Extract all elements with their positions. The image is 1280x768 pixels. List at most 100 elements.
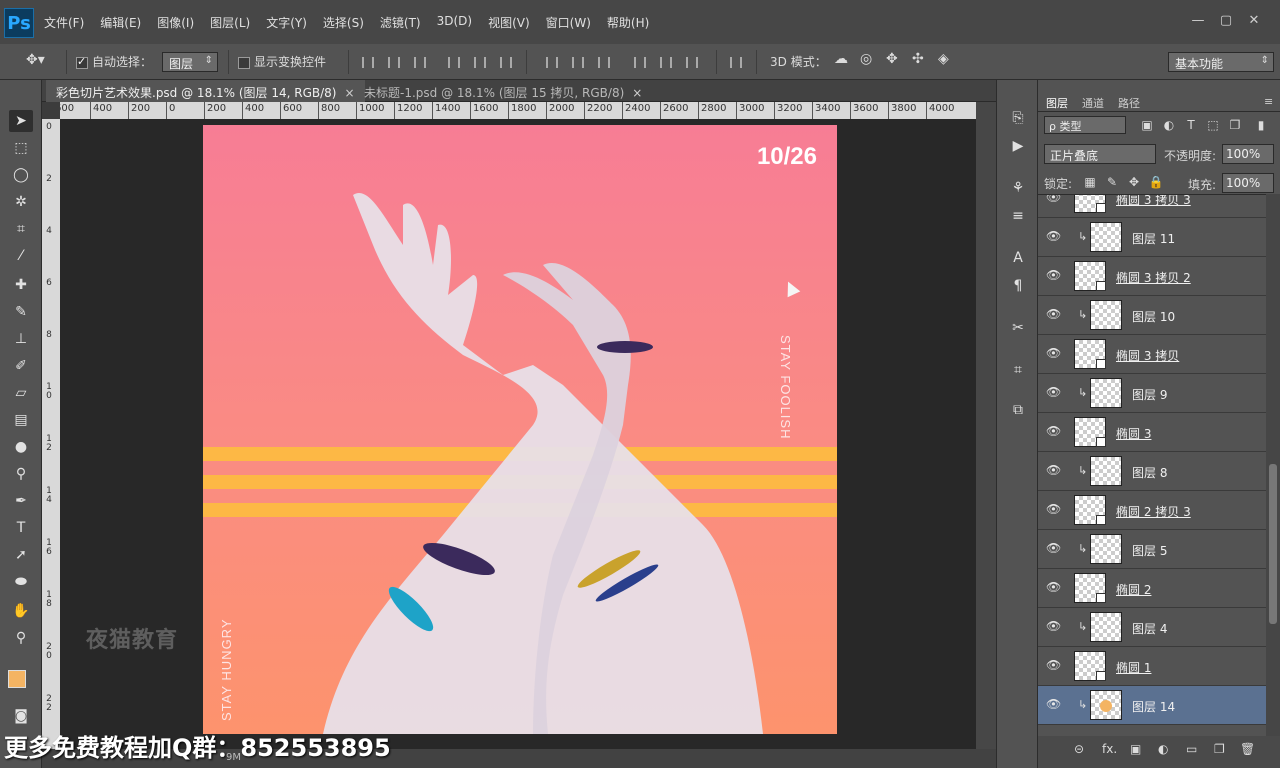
lock-all-icon[interactable]: 🔒 (1148, 174, 1164, 190)
lock-transparent-icon[interactable]: ▦ (1082, 174, 1098, 190)
tab-paths[interactable]: 路径 (1118, 95, 1140, 111)
layer-filter-dropdown[interactable]: ρ 类型 (1044, 116, 1126, 134)
layer-row[interactable]: 👁 ↳ 图层 9 (1038, 374, 1266, 413)
scrollbar-thumb[interactable] (1269, 464, 1277, 624)
layer-row[interactable]: 👁 椭圆 2 拷贝 3 (1038, 491, 1266, 530)
visibility-eye-icon[interactable]: 👁 (1046, 580, 1061, 594)
panel-menu-icon[interactable]: ≡ (1264, 95, 1273, 108)
filter-pixel-icon[interactable]: ▣ (1140, 118, 1154, 132)
layer-name[interactable]: 图层 9 (1132, 386, 1167, 403)
layer-name[interactable]: 图层 8 (1132, 464, 1167, 481)
document-canvas[interactable]: 10/26 STAY FOOLISH STAY HUNGRY (203, 125, 837, 734)
blur-tool-icon[interactable]: ● (9, 436, 33, 458)
new-layer-icon[interactable]: ❐ (1214, 742, 1225, 756)
menu-select[interactable]: 选择(S) (323, 14, 364, 31)
layer-row[interactable]: 👁 ↳ 图层 8 (1038, 452, 1266, 491)
auto-select-checkbox[interactable]: 自动选择： (76, 53, 152, 70)
layer-name[interactable]: 图层 10 (1132, 308, 1175, 325)
add-mask-icon[interactable]: ▣ (1130, 742, 1141, 756)
opacity-input[interactable]: 100% (1222, 144, 1274, 164)
tools-preset-icon[interactable]: ✂ (1005, 316, 1031, 340)
distribute-bottom-icon[interactable] (598, 57, 610, 68)
distribute-top-icon[interactable] (546, 57, 558, 68)
filter-smart-icon[interactable]: ❐ (1228, 118, 1242, 132)
history-icon[interactable]: ⎘ (1005, 106, 1031, 130)
layer-row[interactable]: 👁 ↳ 图层 5 (1038, 530, 1266, 569)
marquee-tool-icon[interactable]: ⬚ (9, 137, 33, 159)
visibility-eye-icon[interactable]: 👁 (1046, 385, 1061, 399)
menu-edit[interactable]: 编辑(E) (100, 14, 141, 31)
layer-row[interactable]: 👁 椭圆 2 (1038, 569, 1266, 608)
zoom-tool-icon[interactable]: ⚲ (9, 627, 33, 649)
menu-help[interactable]: 帮助(H) (607, 14, 649, 31)
healing-brush-tool-icon[interactable]: ✚ (9, 274, 33, 296)
visibility-eye-icon[interactable]: 👁 (1046, 307, 1061, 321)
crop-preset-icon[interactable]: ⌗ (1005, 358, 1031, 382)
layer-row[interactable]: 👁 椭圆 3 拷贝 (1038, 335, 1266, 374)
menu-layer[interactable]: 图层(L) (210, 14, 250, 31)
align-hcenter-icon[interactable] (474, 57, 486, 68)
menu-window[interactable]: 窗口(W) (546, 14, 591, 31)
tab-close-icon[interactable]: × (632, 86, 642, 100)
auto-select-dropdown[interactable]: 图层 (162, 52, 218, 72)
lock-pixels-icon[interactable]: ✎ (1104, 174, 1120, 190)
move-tool-icon[interactable]: ✥▾ (26, 52, 45, 68)
type-tool-icon[interactable]: T (9, 517, 33, 539)
vertical-scrollbar[interactable] (976, 102, 996, 749)
menu-image[interactable]: 图像(I) (157, 14, 194, 31)
visibility-eye-icon[interactable]: 👁 (1046, 541, 1061, 555)
pen-tool-icon[interactable]: ✒ (9, 490, 33, 512)
delete-layer-icon[interactable]: 🗑 (1240, 742, 1255, 756)
visibility-eye-icon[interactable]: 👁 (1046, 619, 1061, 633)
visibility-eye-icon[interactable]: 👁 (1046, 346, 1061, 360)
menu-filter[interactable]: 滤镜(T) (380, 14, 421, 31)
layer-name[interactable]: 图层 14 (1132, 698, 1175, 715)
close-button[interactable]: ✕ (1240, 12, 1268, 30)
menu-file[interactable]: 文件(F) (44, 14, 84, 31)
layer-name[interactable]: 椭圆 2 拷贝 3 (1116, 503, 1191, 520)
fill-input[interactable]: 100% (1222, 173, 1274, 193)
align-right-icon[interactable] (500, 57, 512, 68)
tab-channels[interactable]: 通道 (1082, 95, 1104, 111)
distribute-right-icon[interactable] (686, 57, 698, 68)
character-icon[interactable]: A (1005, 246, 1031, 270)
workspace-dropdown[interactable]: 基本功能 (1168, 52, 1274, 72)
path-selection-tool-icon[interactable]: ➚ (9, 544, 33, 566)
lock-position-icon[interactable]: ✥ (1126, 174, 1142, 190)
eyedropper-tool-icon[interactable]: ⁄ (9, 245, 33, 267)
filter-adjust-icon[interactable]: ◐ (1162, 118, 1176, 132)
layer-name[interactable]: 图层 5 (1132, 542, 1167, 559)
tab-document-2[interactable]: 未标题-1.psd @ 18.1% (图层 15 拷贝, RGB/8) × (354, 80, 652, 102)
layer-name[interactable]: 椭圆 3 (1116, 425, 1151, 442)
layer-name[interactable]: 椭圆 3 拷贝 2 (1116, 269, 1191, 286)
actions-play-icon[interactable]: ▶ (1005, 134, 1031, 158)
adjustment-layer-icon[interactable]: ◐ (1158, 742, 1168, 756)
layer-name[interactable]: 图层 11 (1132, 230, 1175, 247)
3d-slide-icon[interactable]: ✣ (912, 51, 924, 67)
3d-roll-icon[interactable]: ◎ (860, 51, 872, 67)
layer-name[interactable]: 椭圆 3 拷贝 (1116, 347, 1179, 364)
layer-row[interactable]: 👁 ↳ 图层 4 (1038, 608, 1266, 647)
paragraph-icon[interactable]: ¶ (1005, 274, 1031, 298)
hand-tool-icon[interactable]: ✋ (9, 600, 33, 622)
visibility-eye-icon[interactable]: 👁 (1046, 658, 1061, 672)
layer-name[interactable]: 椭圆 2 (1116, 581, 1151, 598)
menu-type[interactable]: 文字(Y) (266, 14, 307, 31)
3d-panel-icon[interactable]: ⧉ (1005, 398, 1031, 422)
crop-tool-icon[interactable]: ⌗ (9, 218, 33, 240)
lasso-tool-icon[interactable]: ◯ (9, 164, 33, 186)
layer-list-scrollbar[interactable] (1266, 194, 1280, 736)
magic-wand-tool-icon[interactable]: ✲ (9, 191, 33, 213)
layer-row[interactable]: 👁 ↳ 图层 11 (1038, 218, 1266, 257)
visibility-eye-icon[interactable]: 👁 (1046, 424, 1061, 438)
ellipse-tool-icon[interactable]: ⬬ (9, 571, 33, 593)
visibility-eye-icon[interactable]: 👁 (1046, 502, 1061, 516)
auto-align-icon[interactable] (730, 57, 742, 68)
link-layers-icon[interactable]: ⊝ (1074, 742, 1084, 756)
menu-3d[interactable]: 3D(D) (437, 14, 472, 31)
brush-tool-icon[interactable]: ✎ (9, 301, 33, 323)
filter-type-icon[interactable]: T (1184, 118, 1198, 132)
distribute-hcenter-icon[interactable] (660, 57, 672, 68)
minimize-button[interactable]: — (1184, 12, 1212, 30)
align-left-icon[interactable] (448, 57, 460, 68)
